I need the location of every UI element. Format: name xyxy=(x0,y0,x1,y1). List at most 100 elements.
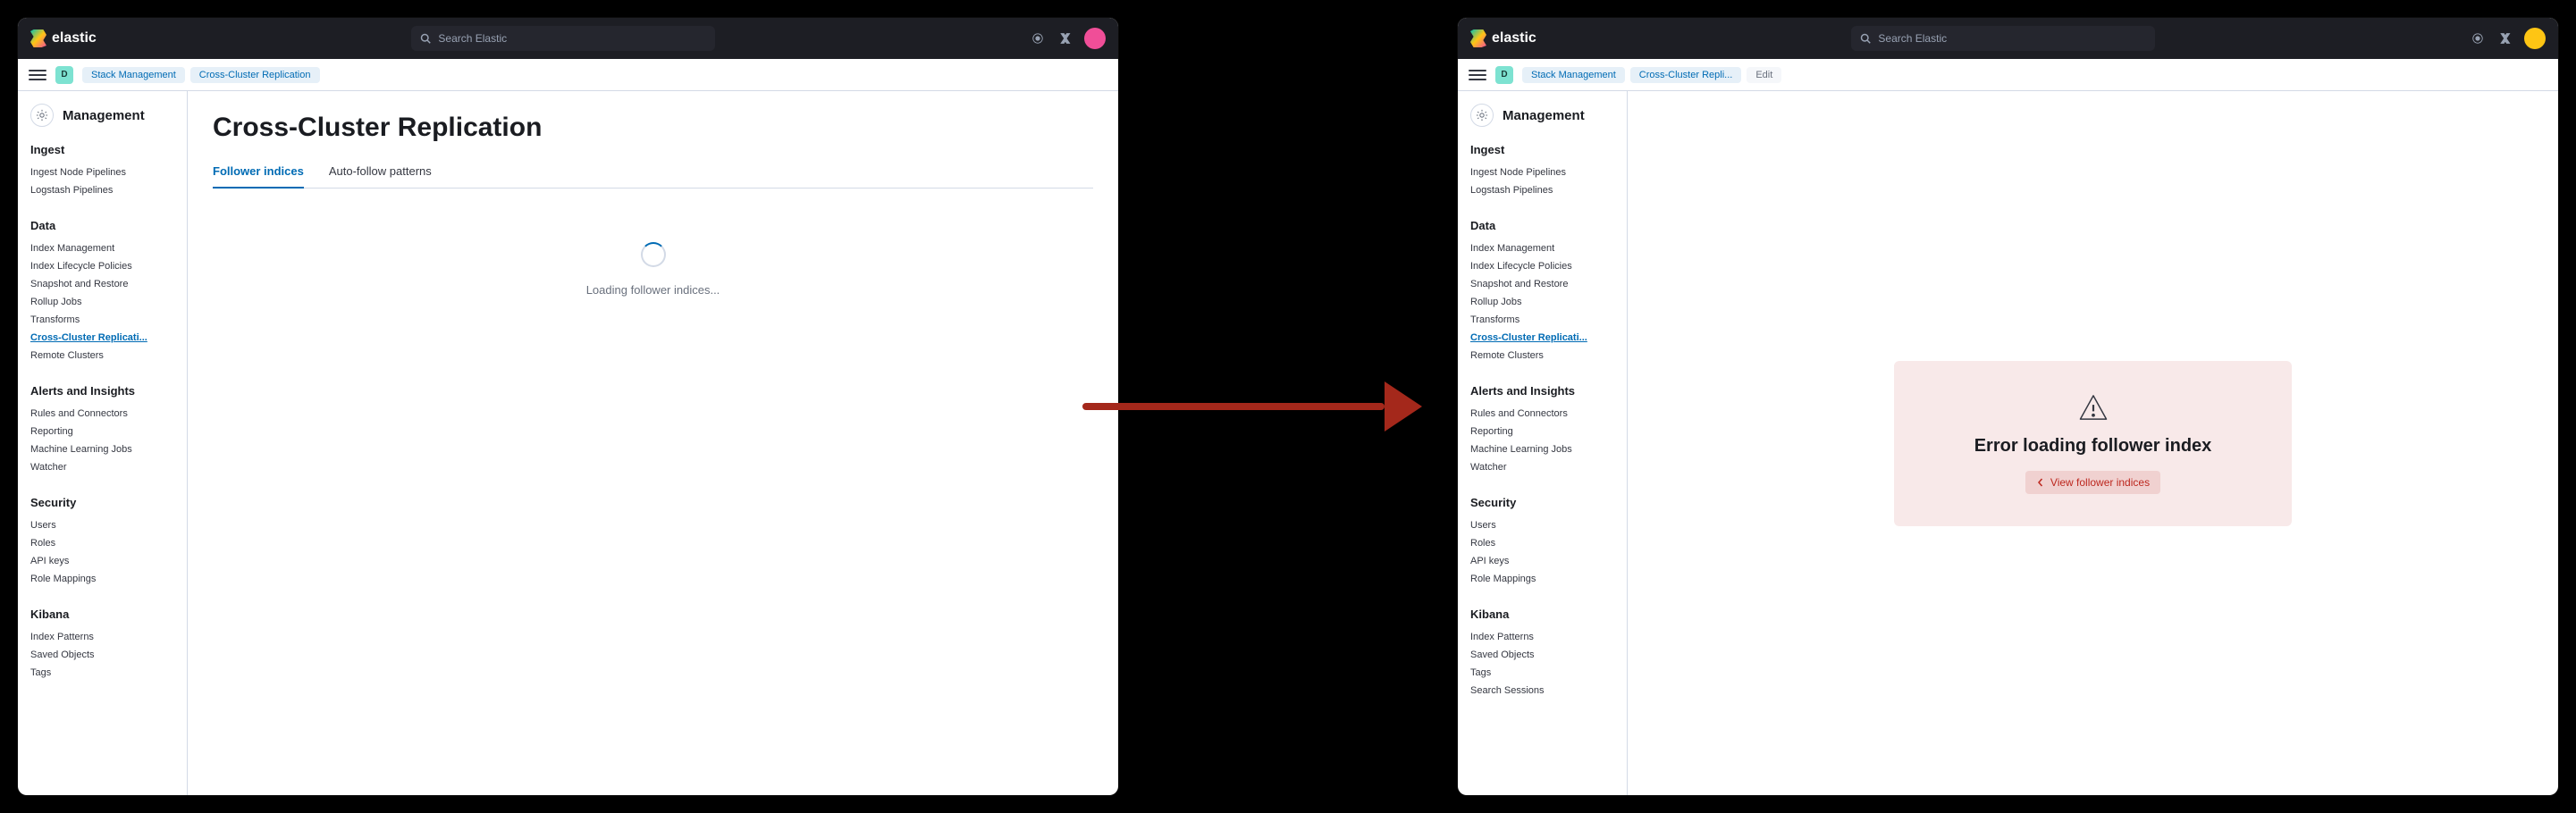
breadcrumbs: Stack Management Cross-Cluster Repli... … xyxy=(1522,67,1781,83)
nav-item[interactable]: Rules and Connectors xyxy=(1470,405,1618,423)
nav-item[interactable]: Remote Clusters xyxy=(1470,347,1618,365)
nav-group-title: Ingest xyxy=(1470,143,1618,156)
subheader: D Stack Management Cross-Cluster Repli..… xyxy=(1458,59,2558,91)
nav-item[interactable]: Reporting xyxy=(30,423,178,440)
nav-group-title: Data xyxy=(30,219,178,232)
nav-item[interactable]: API keys xyxy=(1470,552,1618,570)
nav-item[interactable]: Index Management xyxy=(1470,239,1618,257)
nav-item[interactable]: Ingest Node Pipelines xyxy=(1470,163,1618,181)
sidebar-header: Management xyxy=(30,104,187,127)
error-panel: Error loading follower index View follow… xyxy=(1894,361,2293,526)
nav-group: KibanaIndex PatternsSaved ObjectsTags xyxy=(30,608,187,682)
nav-group: Alerts and InsightsRules and ConnectorsR… xyxy=(30,384,187,476)
nav-item[interactable]: Index Lifecycle Policies xyxy=(1470,257,1618,275)
nav-item[interactable]: Cross-Cluster Replicati... xyxy=(1470,329,1618,347)
arrow-head-icon xyxy=(1385,381,1422,432)
topbar-actions xyxy=(2471,28,2546,49)
warning-icon xyxy=(2077,393,2109,422)
nav-toggle-button[interactable] xyxy=(1469,66,1486,84)
help-icon[interactable] xyxy=(2497,31,2512,46)
nav-item[interactable]: Saved Objects xyxy=(1470,646,1618,664)
app-body: Management IngestIngest Node PipelinesLo… xyxy=(18,91,1118,795)
nav-item[interactable]: Transforms xyxy=(30,311,178,329)
topbar-actions xyxy=(1031,28,1106,49)
topbar: elastic Search Elastic xyxy=(18,18,1118,59)
tab-follower-indices[interactable]: Follower indices xyxy=(213,155,304,189)
nav-item[interactable]: Rollup Jobs xyxy=(1470,293,1618,311)
nav-item[interactable]: Role Mappings xyxy=(1470,570,1618,588)
arrow-shaft xyxy=(1082,403,1385,410)
elastic-logo[interactable]: elastic xyxy=(30,29,97,47)
nav-group: Ingest Ingest Node PipelinesLogstash Pipe… xyxy=(30,143,187,199)
elastic-logo[interactable]: elastic xyxy=(1470,29,1536,47)
error-button-label: View follower indices xyxy=(2050,476,2150,489)
view-follower-indices-button[interactable]: View follower indices xyxy=(2025,471,2160,494)
chevron-left-icon xyxy=(2036,478,2045,487)
nav-group: Ingest Ingest Node PipelinesLogstash Pipe… xyxy=(1470,143,1627,199)
nav-group-title: Security xyxy=(1470,496,1618,509)
app-body: Management IngestIngest Node PipelinesLo… xyxy=(1458,91,2558,795)
nav-item[interactable]: Users xyxy=(30,516,178,534)
nav-item[interactable]: Remote Clusters xyxy=(30,347,178,365)
breadcrumb-item[interactable]: Stack Management xyxy=(1522,67,1625,83)
nav-item[interactable]: Tags xyxy=(30,664,178,682)
search-icon xyxy=(1860,33,1871,44)
tab-auto-follow[interactable]: Auto-follow patterns xyxy=(329,155,432,189)
nav-item[interactable]: API keys xyxy=(30,552,178,570)
nav-group-title: Kibana xyxy=(1470,608,1618,621)
subheader: D Stack Management Cross-Cluster Replica… xyxy=(18,59,1118,91)
breadcrumb-item[interactable]: Cross-Cluster Replication xyxy=(190,67,320,83)
help-icon[interactable] xyxy=(1057,31,1072,46)
search-container: Search Elastic xyxy=(107,26,1020,51)
nav-item[interactable]: Index Lifecycle Policies xyxy=(30,257,178,275)
nav-item[interactable]: Machine Learning Jobs xyxy=(30,440,178,458)
nav-item[interactable]: Role Mappings xyxy=(30,570,178,588)
global-search[interactable]: Search Elastic xyxy=(1851,26,2155,51)
nav-item[interactable]: Reporting xyxy=(1470,423,1618,440)
loading-spinner-icon xyxy=(641,242,666,267)
nav-item[interactable]: Transforms xyxy=(1470,311,1618,329)
nav-group-title: Ingest xyxy=(30,143,178,156)
space-selector[interactable]: D xyxy=(55,66,73,84)
kibana-window-after: elastic Search Elastic D xyxy=(1458,18,2558,795)
nav-item[interactable]: Watcher xyxy=(30,458,178,476)
global-search[interactable]: Search Elastic xyxy=(411,26,715,51)
main-content: Cross-Cluster Replication Follower indic… xyxy=(188,91,1118,795)
nav-item[interactable]: Watcher xyxy=(1470,458,1618,476)
nav-item[interactable]: Logstash Pipelines xyxy=(30,181,178,199)
nav-item[interactable]: Rollup Jobs xyxy=(30,293,178,311)
search-placeholder: Search Elastic xyxy=(1878,32,1947,45)
gear-icon xyxy=(30,104,54,127)
space-selector[interactable]: D xyxy=(1495,66,1513,84)
nav-item[interactable]: Logstash Pipelines xyxy=(1470,181,1618,199)
nav-item[interactable]: Snapshot and Restore xyxy=(30,275,178,293)
tabs: Follower indices Auto-follow patterns xyxy=(213,155,1093,189)
nav-item[interactable]: Cross-Cluster Replicati... xyxy=(30,329,178,347)
nav-toggle-button[interactable] xyxy=(29,66,46,84)
breadcrumb-item[interactable]: Stack Management xyxy=(82,67,185,83)
nav-item[interactable]: Roles xyxy=(30,534,178,552)
nav-group-title: Alerts and Insights xyxy=(1470,384,1618,398)
nav-item[interactable]: Users xyxy=(1470,516,1618,534)
nav-item[interactable]: Rules and Connectors xyxy=(30,405,178,423)
nav-item[interactable]: Machine Learning Jobs xyxy=(1470,440,1618,458)
newsfeed-icon[interactable] xyxy=(1031,31,1045,46)
nav-group-title: Data xyxy=(1470,219,1618,232)
nav-item[interactable]: Search Sessions xyxy=(1470,682,1618,700)
breadcrumbs: Stack Management Cross-Cluster Replicati… xyxy=(82,67,320,83)
nav-item[interactable]: Index Management xyxy=(30,239,178,257)
nav-item[interactable]: Index Patterns xyxy=(30,628,178,646)
user-avatar[interactable] xyxy=(2524,28,2546,49)
breadcrumb-item[interactable]: Cross-Cluster Repli... xyxy=(1630,67,1742,83)
nav-group: Data Index ManagementIndex Lifecycle Poli… xyxy=(1470,219,1627,365)
nav-item[interactable]: Saved Objects xyxy=(30,646,178,664)
nav-item[interactable]: Index Patterns xyxy=(1470,628,1618,646)
topbar: elastic Search Elastic xyxy=(1458,18,2558,59)
user-avatar[interactable] xyxy=(1084,28,1106,49)
nav-item[interactable]: Snapshot and Restore xyxy=(1470,275,1618,293)
nav-item[interactable]: Tags xyxy=(1470,664,1618,682)
nav-item[interactable]: Roles xyxy=(1470,534,1618,552)
loading-area: Loading follower indices... xyxy=(213,189,1093,774)
nav-item[interactable]: Ingest Node Pipelines xyxy=(30,163,178,181)
newsfeed-icon[interactable] xyxy=(2471,31,2485,46)
